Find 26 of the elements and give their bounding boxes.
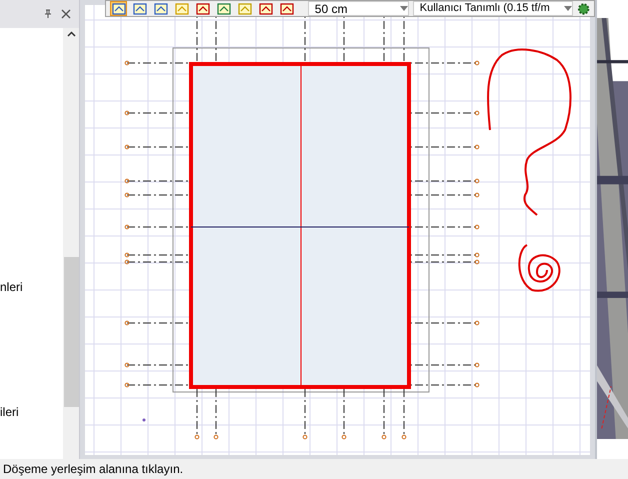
dropdown-caret-icon: [400, 6, 408, 11]
dropdown-caret-icon: [564, 6, 572, 11]
point-marker: [142, 418, 146, 422]
freehand-stroke: [518, 244, 560, 292]
slab[interactable]: [189, 62, 411, 389]
close-icon[interactable]: [61, 9, 71, 19]
tool-button[interactable]: [131, 1, 148, 16]
thickness-dropdown[interactable]: 50 cm: [308, 1, 409, 16]
plan-canvas[interactable]: [85, 5, 590, 455]
load-dropdown[interactable]: Kullanıcı Tanımlı (0.15 tf/m: [412, 1, 573, 16]
pin-icon[interactable]: [43, 9, 53, 19]
tool-button[interactable]: [215, 1, 233, 16]
tool-button[interactable]: [258, 1, 275, 16]
scrollbar[interactable]: [63, 28, 79, 459]
box-icon: [112, 2, 126, 14]
tool-button[interactable]: [278, 1, 296, 16]
scroll-thumb[interactable]: [64, 257, 78, 407]
gear-icon[interactable]: [576, 2, 590, 16]
status-text: Döşeme yerleşim alanına tıklayın.: [3, 461, 184, 478]
panel-item[interactable]: nleri: [0, 278, 23, 296]
panel-item[interactable]: ileri: [0, 403, 19, 421]
tool-button[interactable]: [152, 1, 170, 16]
tool-button[interactable]: [110, 1, 128, 16]
scroll-up-icon[interactable]: [66, 31, 76, 37]
box-icon: [132, 2, 147, 14]
tool-button[interactable]: [194, 1, 212, 16]
